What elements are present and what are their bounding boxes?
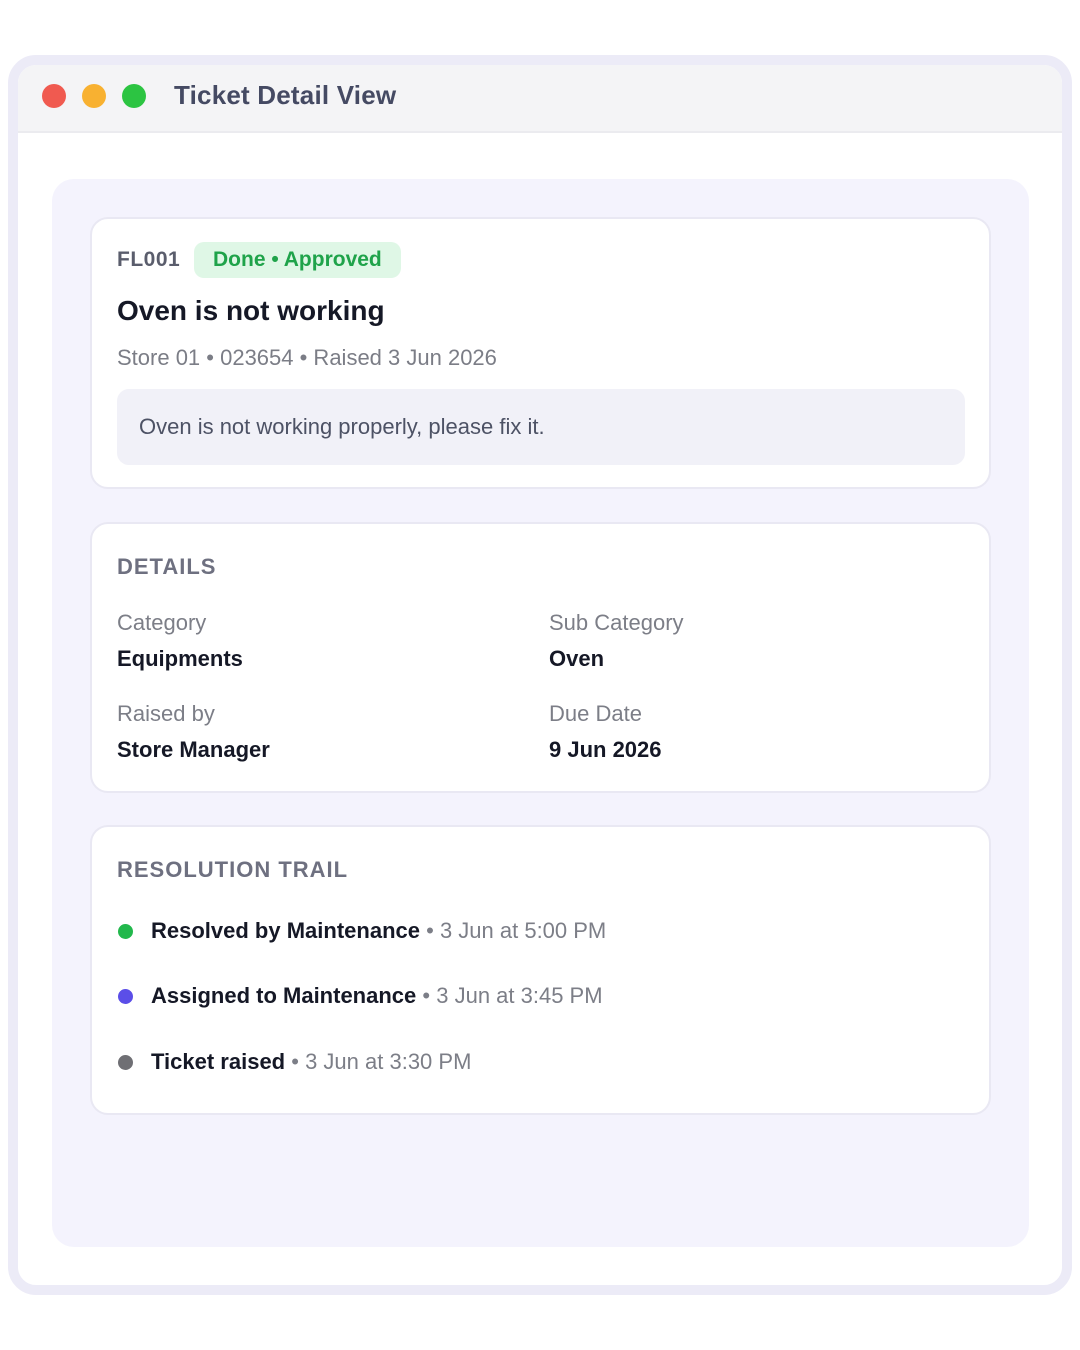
resolution-trail-heading: RESOLUTION TRAIL	[117, 857, 349, 882]
raised-by-value: Store Manager	[117, 737, 270, 762]
trail-event-action: Assigned to Maintenance	[151, 983, 417, 1008]
close-window-button[interactable]	[42, 84, 66, 108]
ticket-description: Oven is not working properly, please fix…	[117, 389, 965, 465]
app-window: Ticket Detail View FL001 Done • Approved…	[8, 55, 1072, 1295]
minimize-window-button[interactable]	[82, 84, 106, 108]
due-date-value: 9 Jun 2026	[549, 737, 662, 762]
maximize-window-button[interactable]	[122, 84, 146, 108]
trail-separator: •	[426, 918, 434, 943]
sub-category-value: Oven	[549, 646, 605, 671]
ticket-summary-card: FL001 Done • Approved Oven is not workin…	[90, 217, 991, 489]
trail-event-action: Ticket raised	[151, 1049, 286, 1074]
raised-by-label: Raised by	[117, 701, 215, 726]
details-card: DETAILS Category Equipments Sub Category…	[90, 522, 991, 793]
trail-event-time: 3 Jun at 3:30 PM	[305, 1049, 472, 1074]
title-bar: Ticket Detail View	[18, 65, 1062, 133]
status-dot-icon	[118, 924, 133, 939]
ticket-title: Oven is not working	[117, 295, 385, 326]
status-dot-icon	[118, 989, 133, 1004]
trail-event-time: 3 Jun at 3:45 PM	[436, 983, 603, 1008]
details-heading: DETAILS	[117, 554, 217, 579]
ticket-meta: Store 01 • 023654 • Raised 3 Jun 2026	[117, 345, 497, 370]
due-date-label: Due Date	[549, 701, 642, 726]
trail-event-action: Resolved by Maintenance	[151, 918, 420, 943]
trail-event-time: 3 Jun at 5:00 PM	[439, 918, 607, 943]
ticket-id: FL001	[117, 248, 181, 271]
category-value: Equipments	[117, 646, 243, 671]
status-dot-icon	[118, 1055, 133, 1070]
category-label: Category	[117, 610, 207, 635]
trail-separator: •	[291, 1049, 299, 1074]
sub-category-label: Sub Category	[549, 610, 684, 635]
window-title: Ticket Detail View	[174, 80, 397, 110]
status-badge: Done • Approved	[194, 242, 401, 278]
trail-separator: •	[422, 983, 431, 1008]
resolution-trail-card: RESOLUTION TRAIL Resolved by Maintenance…	[90, 825, 991, 1115]
content-area: FL001 Done • Approved Oven is not workin…	[52, 179, 1029, 1247]
